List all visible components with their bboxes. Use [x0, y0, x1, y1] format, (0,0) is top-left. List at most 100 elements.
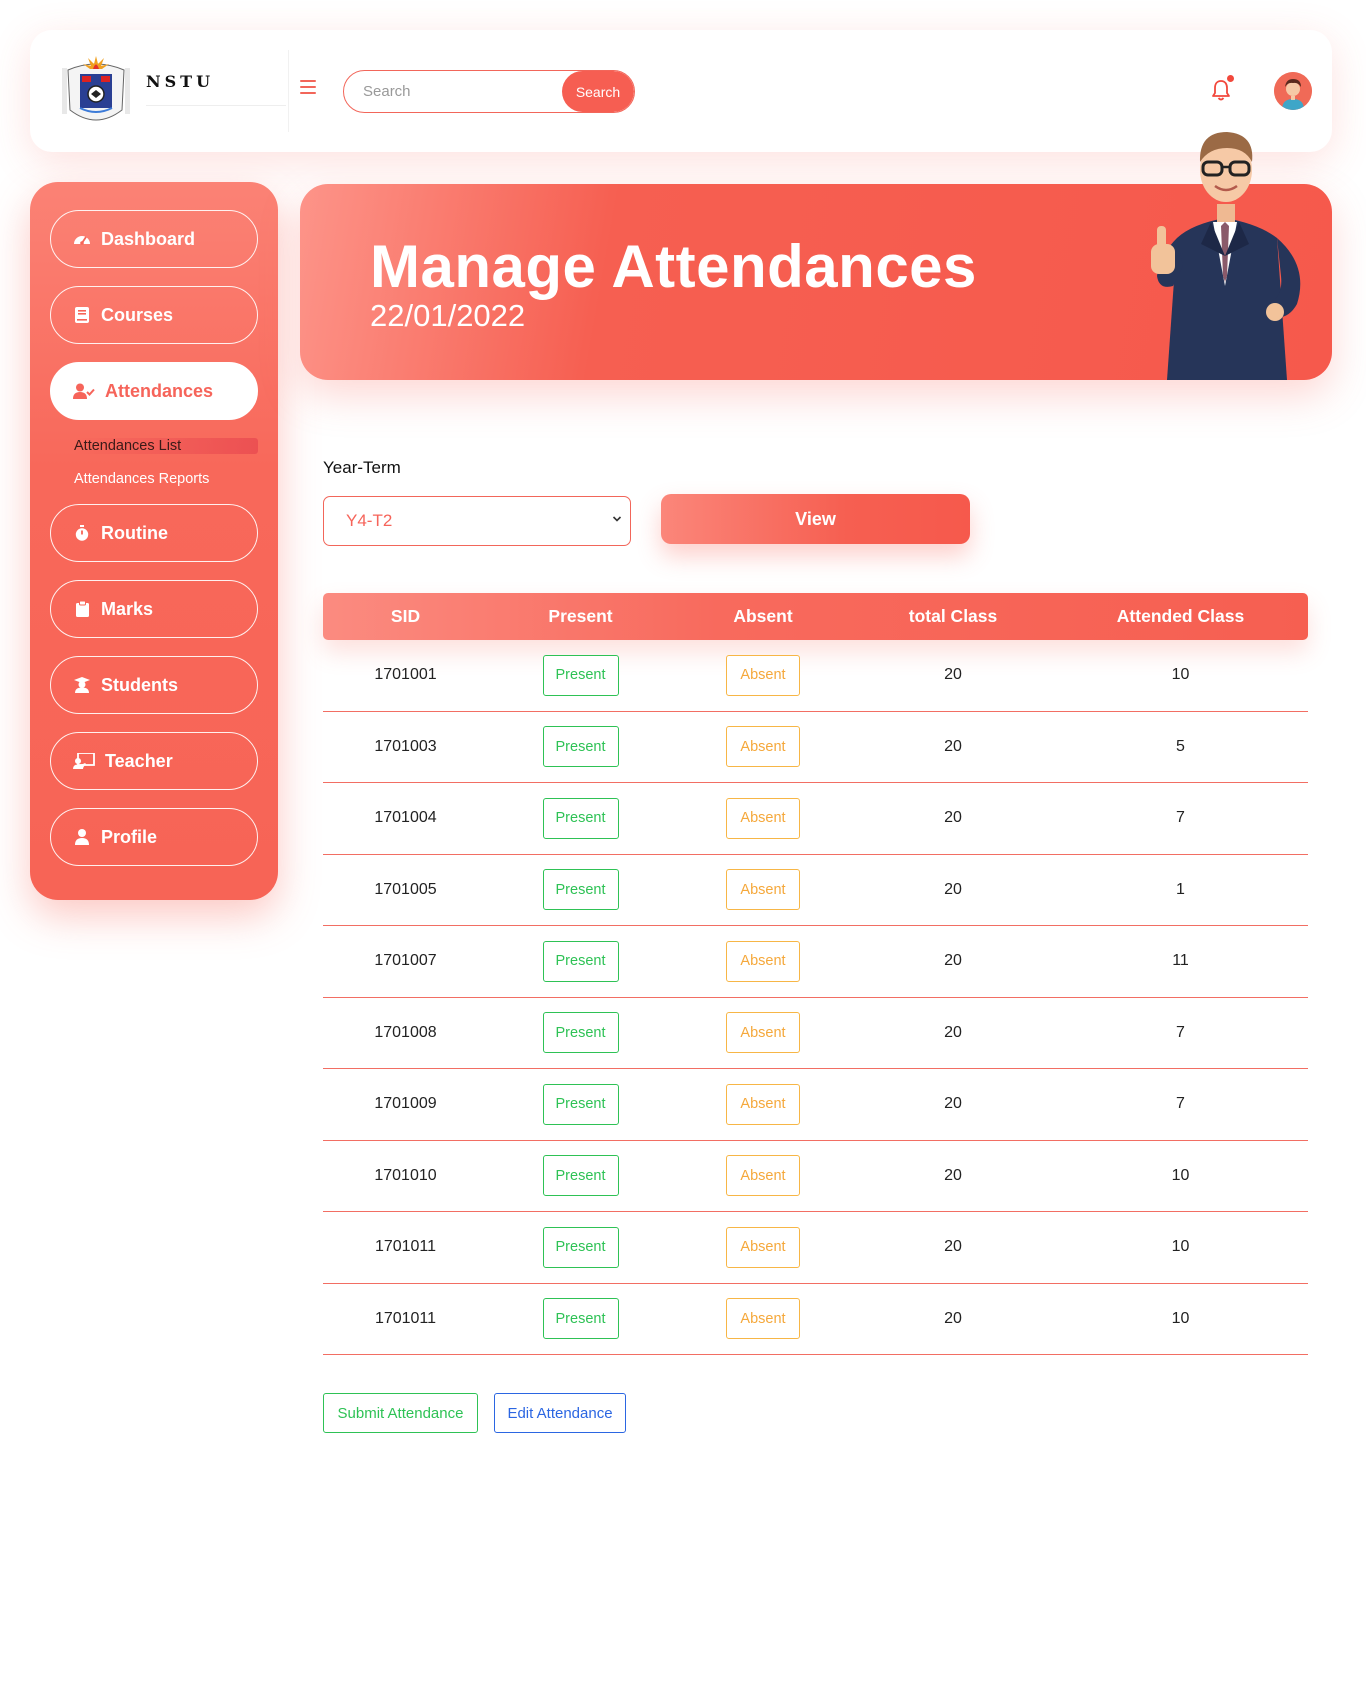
user-icon [73, 828, 91, 846]
table-row: 1701011 Present Absent 20 10 [323, 1284, 1308, 1355]
absent-button[interactable]: Absent [726, 1226, 800, 1268]
brand[interactable]: NSTU [60, 50, 310, 132]
present-button[interactable]: Present [542, 1083, 619, 1125]
total-class-cell: 20 [944, 666, 962, 684]
sid-cell: 1701010 [374, 1166, 437, 1184]
chevron-down-icon [612, 516, 622, 522]
total-class-cell: 20 [944, 1095, 962, 1113]
total-class-cell: 20 [944, 952, 962, 970]
attended-class-cell: 7 [1176, 1023, 1185, 1041]
table-row: 1701005 Present Absent 20 1 [323, 855, 1308, 926]
page-title: Manage Attendances [370, 233, 977, 300]
avatar[interactable] [1274, 72, 1312, 110]
attended-class-cell: 10 [1171, 1309, 1190, 1327]
total-class-cell: 20 [944, 1309, 962, 1327]
subnav-attendances-list[interactable]: Attendances List [74, 438, 258, 454]
total-class-cell: 20 [944, 1023, 962, 1041]
table-row: 1701001 Present Absent 20 10 [323, 640, 1308, 712]
year-term-value: Y4-T2 [346, 511, 393, 530]
present-button[interactable]: Present [542, 726, 619, 768]
attended-class-cell: 10 [1171, 666, 1190, 684]
search-input[interactable] [344, 71, 562, 112]
notification-dot [1227, 75, 1234, 82]
edit-attendance-button[interactable]: Edit Attendance [494, 1393, 626, 1433]
menu-toggle-icon[interactable] [300, 80, 316, 94]
header-sid: SID [390, 606, 421, 626]
attended-class-cell: 7 [1176, 1095, 1185, 1113]
user-avatar-icon [1274, 72, 1312, 110]
table-row: 1701011 Present Absent 20 10 [323, 1212, 1308, 1284]
sid-cell: 1701011 [374, 1309, 437, 1327]
attended-class-cell: 10 [1171, 1238, 1190, 1256]
sid-cell: 1701004 [374, 809, 437, 827]
absent-button[interactable]: Absent [726, 1155, 800, 1197]
sidebar-item-label: Marks [101, 598, 154, 619]
table-row: 1701009 Present Absent 20 7 [323, 1069, 1308, 1141]
present-button[interactable]: Present [542, 940, 619, 982]
sidebar-item-label: Attendances [105, 380, 214, 401]
absent-button[interactable]: Absent [726, 1298, 800, 1340]
sidebar-item-label: Profile [101, 826, 158, 847]
sidebar-item-marks[interactable]: Marks [50, 580, 258, 638]
present-button[interactable]: Present [542, 1155, 619, 1197]
year-term-select[interactable]: Y4-T2 [323, 496, 631, 546]
subnav-attendances-reports[interactable]: Attendances Reports [74, 471, 209, 487]
table-row: 1701004 Present Absent 20 7 [323, 783, 1308, 855]
search-bar: Search [343, 70, 635, 113]
table-row: 1701010 Present Absent 20 10 [323, 1141, 1308, 1212]
clipboard-icon [73, 600, 91, 618]
sidebar-item-profile[interactable]: Profile [50, 808, 258, 866]
table-body: 1701001 Present Absent 20 10 1701003 Pre… [323, 640, 1308, 1355]
present-button[interactable]: Present [542, 1298, 619, 1340]
absent-button[interactable]: Absent [726, 1083, 800, 1125]
page-date: 22/01/2022 [370, 298, 526, 333]
sidebar-item-label: Routine [101, 522, 168, 543]
sidebar-item-students[interactable]: Students [50, 656, 258, 714]
nstu-logo-icon [62, 56, 130, 121]
present-button[interactable]: Present [542, 654, 619, 696]
sid-cell: 1701008 [374, 1023, 437, 1041]
absent-button[interactable]: Absent [726, 726, 800, 768]
absent-button[interactable]: Absent [726, 940, 800, 982]
header-absent: Absent [733, 606, 793, 626]
total-class-cell: 20 [944, 880, 962, 898]
absent-button[interactable]: Absent [726, 869, 800, 911]
table-row: 1701008 Present Absent 20 7 [323, 998, 1308, 1069]
brand-name: NSTU [146, 72, 286, 106]
user-check-icon [73, 382, 95, 400]
sid-cell: 1701007 [374, 952, 437, 970]
absent-button[interactable]: Absent [726, 797, 800, 839]
sid-cell: 1701005 [374, 880, 437, 898]
gauge-icon [73, 230, 91, 248]
attendance-table: SID Present Absent total Class Attended … [323, 593, 1308, 1355]
attended-class-cell: 1 [1176, 880, 1185, 898]
sid-cell: 1701001 [374, 666, 437, 684]
present-button[interactable]: Present [542, 1226, 619, 1268]
total-class-cell: 20 [944, 1166, 962, 1184]
total-class-cell: 20 [944, 809, 962, 827]
search-button[interactable]: Search [562, 71, 634, 112]
year-term-label: Year-Term [323, 458, 401, 477]
absent-button[interactable]: Absent [726, 654, 800, 696]
sidebar-item-teacher[interactable]: Teacher [50, 732, 258, 790]
total-class-cell: 20 [944, 1238, 962, 1256]
chalkboard-teacher-icon [73, 752, 95, 770]
present-button[interactable]: Present [542, 797, 619, 839]
present-button[interactable]: Present [542, 869, 619, 911]
sid-cell: 1701003 [374, 737, 437, 755]
submit-attendance-button[interactable]: Submit Attendance [323, 1393, 478, 1433]
sidebar-item-label: Students [101, 674, 179, 695]
present-button[interactable]: Present [542, 1012, 619, 1054]
stopwatch-icon [73, 524, 91, 542]
absent-button[interactable]: Absent [726, 1012, 800, 1054]
sidebar-item-attendances[interactable]: Attendances [50, 362, 258, 420]
sidebar-item-routine[interactable]: Routine [50, 504, 258, 562]
sidebar-item-courses[interactable]: Courses [50, 286, 258, 344]
view-button[interactable]: View [661, 494, 970, 544]
sidebar-item-label: Dashboard [101, 228, 196, 249]
sidebar-item-label: Courses [101, 304, 174, 325]
sid-cell: 1701009 [374, 1095, 437, 1113]
sidebar-item-dashboard[interactable]: Dashboard [50, 210, 258, 268]
book-icon [73, 306, 91, 324]
attended-class-cell: 7 [1176, 809, 1185, 827]
